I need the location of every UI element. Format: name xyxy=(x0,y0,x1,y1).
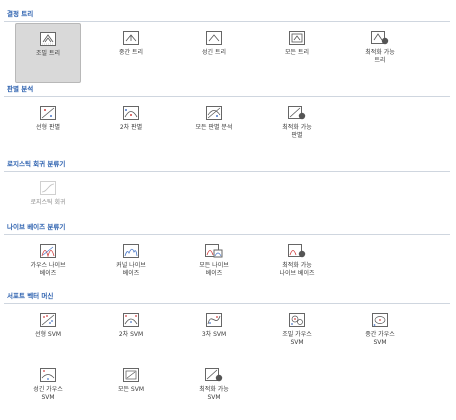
naive-bayes-icon xyxy=(40,244,56,258)
model-medium-gaussian-svm[interactable]: 중간 가우스 SVM xyxy=(347,305,413,365)
section-header: 서포트 벡터 머신 xyxy=(0,290,450,305)
model-optimizable-tree[interactable]: 최적화 가능 트리 xyxy=(347,23,413,83)
model-label: 조밀 가우스 SVM xyxy=(282,331,312,346)
tree-icon xyxy=(289,31,305,45)
model-label: 선형 판별 xyxy=(36,124,60,131)
section-header: 로지스틱 회귀 분류기 xyxy=(0,158,450,173)
svm-icon xyxy=(123,313,139,327)
discriminant-icon xyxy=(123,106,139,120)
model-cubic-svm[interactable]: 3차 SVM xyxy=(181,305,247,365)
model-optimizable-discriminant[interactable]: 최적화 가능 판별 xyxy=(264,98,330,158)
model-label: 최적화 가능 판별 xyxy=(282,124,312,139)
model-label: 성긴 트리 xyxy=(202,49,226,56)
logistic-curve-icon xyxy=(40,181,56,195)
model-quadratic-discriminant[interactable]: 2차 판별 xyxy=(98,98,164,158)
model-linear-svm[interactable]: 선형 SVM xyxy=(15,305,81,365)
svm-icon xyxy=(40,313,56,327)
model-optimizable-naive-bayes[interactable]: 최적화 가능 나이브 베이즈 xyxy=(264,236,330,296)
model-all-discriminants[interactable]: 모든 판별 분석 xyxy=(181,98,247,158)
model-kernel-naive-bayes[interactable]: 커널 나이브 베이즈 xyxy=(98,236,164,296)
model-label: 모든 트리 xyxy=(285,49,309,56)
model-label: 모든 SVM xyxy=(117,386,145,393)
model-label: 2차 판별 xyxy=(119,124,143,131)
model-coarse-gaussian-svm[interactable]: 성긴 가우스 SVM xyxy=(15,360,81,420)
model-coarse-tree[interactable]: 성긴 트리 xyxy=(181,23,247,83)
model-label: 성긴 가우스 SVM xyxy=(33,386,63,401)
svm-icon xyxy=(40,368,56,382)
model-label: 최적화 가능 SVM xyxy=(199,386,229,401)
model-label: 커널 나이브 베이즈 xyxy=(116,262,146,277)
model-label: 가우스 나이브 베이즈 xyxy=(30,262,66,277)
model-label: 최적화 가능 트리 xyxy=(365,49,395,64)
optimizable-discriminant-icon xyxy=(288,106,306,120)
naive-bayes-icon xyxy=(123,244,139,258)
model-all-svms[interactable]: 모든 SVM xyxy=(98,360,164,420)
model-label: 최적화 가능 나이브 베이즈 xyxy=(279,262,315,277)
tree-icon xyxy=(206,31,222,45)
model-quadratic-svm[interactable]: 2차 SVM xyxy=(98,305,164,365)
model-all-naive-bayes[interactable]: 모든 나이브 베이즈 xyxy=(181,236,247,296)
section-header: 결정 트리 xyxy=(0,8,450,23)
model-optimizable-svm[interactable]: 최적화 가능 SVM xyxy=(181,360,247,420)
discriminant-icon xyxy=(40,106,56,120)
svm-icon xyxy=(372,313,388,327)
model-label: 선형 SVM xyxy=(34,331,62,338)
model-gallery: 결정 트리 조밀 트리 중간 트리 성긴 트리 모든 트리 최적화 가능 트리 … xyxy=(0,0,456,416)
discriminant-icon xyxy=(206,106,222,120)
model-label: 로지스틱 회귀 xyxy=(30,199,66,206)
model-linear-discriminant[interactable]: 선형 판별 xyxy=(15,98,81,158)
svm-icon xyxy=(206,313,222,327)
tree-icon xyxy=(40,32,56,46)
svm-icon xyxy=(123,368,139,382)
tree-icon xyxy=(123,31,139,45)
model-label: 중간 가우스 SVM xyxy=(365,331,395,346)
model-medium-tree[interactable]: 중간 트리 xyxy=(98,23,164,83)
model-fine-gaussian-svm[interactable]: 조밀 가우스 SVM xyxy=(264,305,330,365)
optimizable-naive-bayes-icon xyxy=(288,244,306,258)
optimizable-tree-icon xyxy=(371,31,389,45)
model-label: 2차 SVM xyxy=(118,331,144,338)
naive-bayes-icon xyxy=(205,244,223,258)
section-header: 판별 분석 xyxy=(0,83,450,98)
model-fine-tree[interactable]: 조밀 트리 xyxy=(15,23,81,83)
model-label: 3차 SVM xyxy=(201,331,227,338)
model-label: 모든 판별 분석 xyxy=(195,124,233,131)
section-header: 나이브 베이즈 분류기 xyxy=(0,221,450,236)
model-gaussian-naive-bayes[interactable]: 가우스 나이브 베이즈 xyxy=(15,236,81,296)
model-label: 조밀 트리 xyxy=(36,50,60,57)
svm-icon xyxy=(289,313,305,327)
optimizable-svm-icon xyxy=(205,368,223,382)
model-label: 중간 트리 xyxy=(119,49,143,56)
model-all-trees[interactable]: 모든 트리 xyxy=(264,23,330,83)
model-label: 모든 나이브 베이즈 xyxy=(199,262,229,277)
